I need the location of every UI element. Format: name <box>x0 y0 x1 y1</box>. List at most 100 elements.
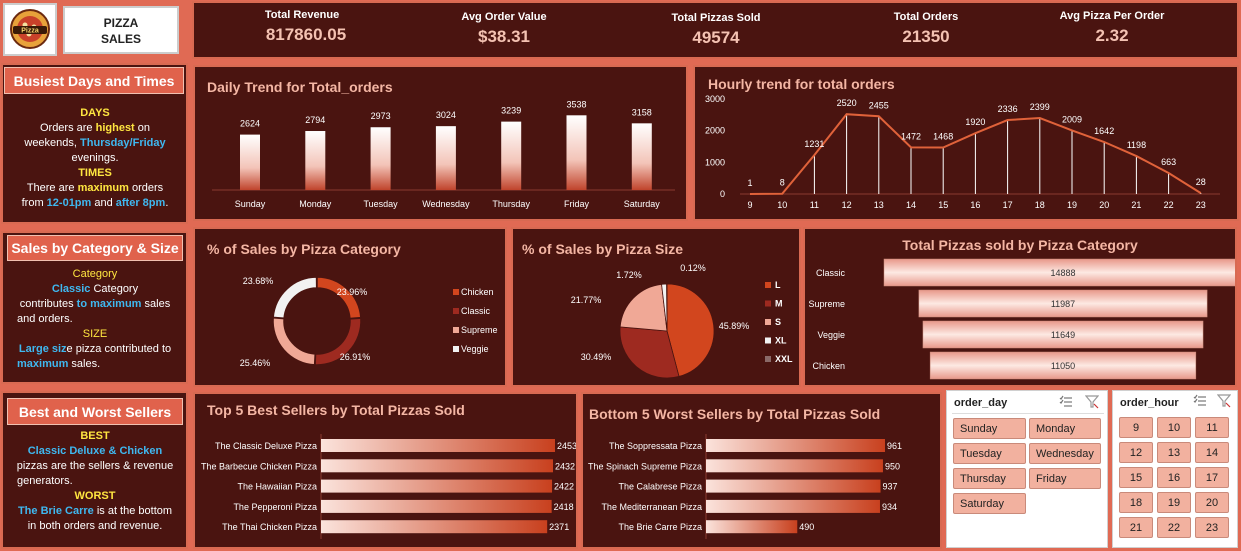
multi-select-icon[interactable] <box>1059 395 1073 409</box>
legend-label-xxl: XXL <box>775 354 793 364</box>
daily-bar <box>240 134 260 190</box>
slicer-hour-22[interactable]: 22 <box>1157 517 1191 538</box>
bottom5-chart: 961 The Soppressata Pizza 950 The Spinach S… <box>588 434 902 539</box>
busiest-text: DAYS Orders are highest on weekends, Thu… <box>7 106 183 211</box>
days-l2a: weekends, <box>24 137 81 149</box>
sizepie-panel: % of Sales by Pizza Size 45.89% 30.49% 21.… <box>511 227 801 387</box>
legend-label-xl: XL <box>775 336 787 346</box>
kpi-value-aov: $38.31 <box>478 27 530 46</box>
slicer-day-wednesday[interactable]: Wednesday <box>1029 443 1101 464</box>
slicer-hour-9[interactable]: 9 <box>1119 417 1153 438</box>
kpi-panel: Total Revenue 817860.05 Avg Order Value … <box>192 1 1239 59</box>
days-title: DAYS <box>80 107 110 119</box>
size-l2b: sales. <box>68 358 101 370</box>
hbar <box>321 499 552 513</box>
hourly-y-tick: 0 <box>720 189 725 199</box>
hourly-point-label: 28 <box>1196 177 1206 187</box>
order-day-slicer[interactable]: order_day Sunday Monday Tuesday Wednesda… <box>946 390 1108 548</box>
category-slice-label: 23.96% <box>337 287 368 297</box>
best-title: BEST <box>80 430 110 442</box>
hourly-point-label: 1468 <box>933 132 953 142</box>
hourly-y-tick: 1000 <box>705 157 725 167</box>
kpi-value-orders: 21350 <box>902 27 950 46</box>
hourly-point-label: 2336 <box>998 104 1018 114</box>
days-l1c: on <box>134 122 151 134</box>
times-l2b: 12-01pm <box>46 197 92 209</box>
clear-filter-icon[interactable] <box>1084 395 1100 409</box>
size-slice-label: 45.89% <box>719 321 750 331</box>
hourly-y-tick: 3000 <box>705 94 725 104</box>
hourly-point-label: 2399 <box>1030 102 1050 112</box>
slicer-day-monday[interactable]: Monday <box>1029 418 1101 439</box>
slicer-hour-14[interactable]: 14 <box>1195 442 1229 463</box>
slicer-hour-21[interactable]: 21 <box>1119 517 1153 538</box>
slicer-day-friday[interactable]: Friday <box>1029 468 1101 489</box>
bestworst-panel: Best and Worst Sellers BEST Classic Delu… <box>1 391 188 549</box>
cattotal-category-label: Supreme <box>808 299 845 309</box>
slicer-hour-16[interactable]: 16 <box>1157 467 1191 488</box>
slicer-hour-19[interactable]: 19 <box>1157 492 1191 513</box>
times-l2c: and <box>91 197 116 209</box>
hourly-x-tick: 17 <box>1003 200 1013 210</box>
cattotal-panel: Total Pizzas sold by Pizza Category 1488… <box>803 227 1237 387</box>
cat-l1a: Classic <box>51 283 91 295</box>
hourly-point-label: 2009 <box>1062 114 1082 124</box>
legend-label-m: M <box>775 299 783 309</box>
times-l2a: from <box>21 197 47 209</box>
multi-select-icon[interactable] <box>1193 394 1207 408</box>
hbar-category-label: The Barbecue Chicken Pizza <box>201 461 317 471</box>
catpie-panel: % of Sales by Pizza Category 23.96% 26.91… <box>193 227 507 387</box>
days-l1a: Orders are <box>39 122 96 134</box>
daily-bar <box>631 123 652 190</box>
bestworst-text: BEST Classic Deluxe & Chicken pizzas are… <box>7 429 183 534</box>
hourly-point-label: 663 <box>1161 157 1176 167</box>
bestworst-heading: Best and Worst Sellers <box>7 398 183 425</box>
hbar-category-label: The Brie Carre Pizza <box>618 522 702 532</box>
size-slice-s <box>619 283 668 332</box>
slicer-day-sunday[interactable]: Sunday <box>953 418 1026 439</box>
size-slice-label: 0.12% <box>680 263 706 273</box>
slicer-day-thursday[interactable]: Thursday <box>953 468 1026 489</box>
hbar <box>321 439 555 452</box>
order-hour-slicer[interactable]: order_hour 9 10 11 12 13 14 15 16 17 18 19 20 21 22 23 <box>1112 390 1238 548</box>
slicer-hour-15[interactable]: 15 <box>1119 467 1153 488</box>
brand-panel: PIZZA SALES <box>63 6 179 54</box>
hbar-value-label: 950 <box>885 461 900 471</box>
slicer-hour-23[interactable]: 23 <box>1195 517 1229 538</box>
legend-label-veggie: Veggie <box>461 344 489 354</box>
slicer-hour-18[interactable]: 18 <box>1119 492 1153 513</box>
hourly-x-tick: 11 <box>810 200 819 210</box>
pizza-logo-icon: Pizza <box>10 9 50 49</box>
daily-bar-label: 3239 <box>501 106 521 116</box>
slicer-hour-17[interactable]: 17 <box>1195 467 1229 488</box>
slicer-hour-20[interactable]: 20 <box>1195 492 1229 513</box>
clear-filter-icon[interactable] <box>1216 394 1232 408</box>
slicer-hour-11[interactable]: 11 <box>1195 417 1229 438</box>
cattotal-bar-label: 11649 <box>1051 330 1075 340</box>
category-slice-veggie <box>272 276 318 320</box>
kpi-value-avg-pizza: 2.32 <box>1095 26 1129 45</box>
cat-title: Category <box>72 268 118 280</box>
slicer-day-saturday[interactable]: Saturday <box>953 493 1026 514</box>
logo-panel: Pizza <box>3 3 57 56</box>
hourly-point-label: 1920 <box>965 117 985 127</box>
daily-panel: Daily Trend for Total_orders 2624 Sunday 2… <box>193 65 688 221</box>
slicer-day-tuesday[interactable]: Tuesday <box>953 443 1026 464</box>
bottom5-panel: Bottom 5 Worst Sellers by Total Pizzas S… <box>581 392 942 549</box>
daily-x-tick: Saturday <box>624 199 661 209</box>
worst-l1b: is at the bottom <box>93 505 173 517</box>
hbar <box>706 479 881 493</box>
hourly-point-label: 2455 <box>869 100 889 110</box>
daily-bar <box>435 126 456 190</box>
daily-x-tick: Thursday <box>492 199 530 209</box>
slicer-hour-12[interactable]: 12 <box>1119 442 1153 463</box>
slicer-hour-10[interactable]: 10 <box>1157 417 1191 438</box>
slicer-hour-13[interactable]: 13 <box>1157 442 1191 463</box>
catsize-panel: Sales by Category & Size Category Classi… <box>1 231 188 384</box>
times-l1b: maximum <box>77 182 129 194</box>
times-l1a: There are <box>26 182 78 194</box>
hourly-x-tick: 18 <box>1035 200 1045 210</box>
busiest-panel: Busiest Days and Times DAYS Orders are h… <box>1 63 188 224</box>
hourly-x-tick: 16 <box>970 200 980 210</box>
hbar <box>321 459 553 473</box>
